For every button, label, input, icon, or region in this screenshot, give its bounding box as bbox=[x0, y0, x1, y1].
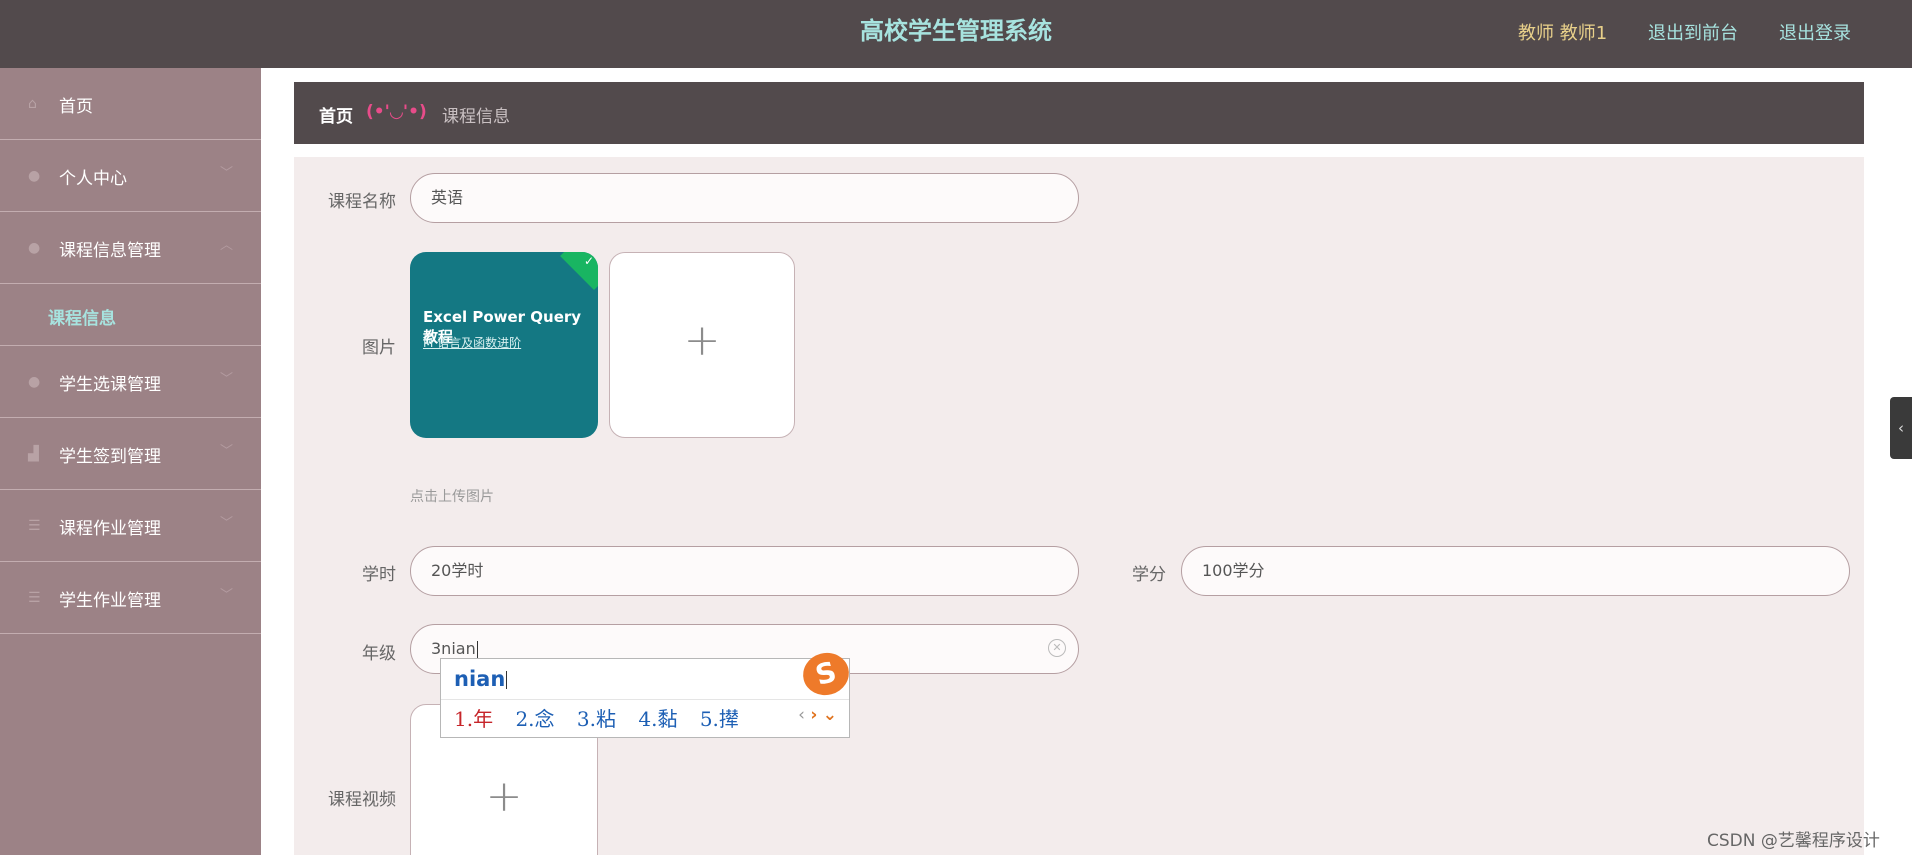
ime-candidate[interactable]: 1.年 bbox=[454, 707, 493, 731]
sidebar-item-course-homework[interactable]: ☰ 课程作业管理 ﹀ bbox=[0, 490, 261, 562]
uploaded-image-thumbnail[interactable]: ✓ Excel Power Query 教程 M 语言及函数进阶 bbox=[410, 252, 598, 438]
ime-candidates: 1.年 2.念 3.粘 4.黏 5.撵 bbox=[454, 703, 755, 732]
thumbnail-subtitle: M 语言及函数进阶 bbox=[423, 336, 522, 350]
sidebar-item-label: 学生选课管理 bbox=[59, 375, 161, 395]
sidebar-item-label: 首页 bbox=[59, 97, 93, 117]
chevron-down-icon: ﹀ bbox=[219, 372, 233, 387]
hours-input[interactable]: 20学时 bbox=[410, 546, 1079, 596]
grade-input-value: 3nian bbox=[431, 639, 476, 658]
watermark: CSDN @艺馨程序设计 bbox=[1707, 831, 1880, 851]
sidebar-item-course-info-mgmt[interactable]: ● 课程信息管理 ︿ bbox=[0, 212, 261, 284]
chart-icon: ▟ bbox=[28, 446, 39, 462]
chevron-left-icon[interactable]: ‹ bbox=[798, 705, 805, 725]
grade-label: 年级 bbox=[362, 644, 396, 664]
chevron-down-icon[interactable]: ⌄ bbox=[823, 705, 837, 725]
clear-icon[interactable]: ✕ bbox=[1048, 639, 1066, 657]
ime-candidate-popup: nian S 1.年 2.念 3.粘 4.黏 5.撵 ‹ › ⌄ bbox=[440, 647, 854, 738]
sidebar-item-sign-in[interactable]: ▟ 学生签到管理 ﹀ bbox=[0, 418, 261, 490]
sidebar-item-profile[interactable]: ● 个人中心 ﹀ bbox=[0, 140, 261, 212]
sidebar-item-label: 课程作业管理 bbox=[59, 519, 161, 539]
ime-divider bbox=[441, 699, 849, 700]
sidebar-subitem-label: 课程信息 bbox=[48, 309, 116, 329]
image-upload-button[interactable]: + bbox=[609, 252, 795, 438]
credit-input[interactable]: 100学分 bbox=[1181, 546, 1850, 596]
ime-page-nav: ‹ › ⌄ bbox=[798, 705, 837, 725]
chevron-right-icon[interactable]: › bbox=[810, 705, 817, 725]
ime-candidate[interactable]: 5.撵 bbox=[700, 707, 739, 731]
user-icon: ● bbox=[28, 240, 41, 256]
user-icon: ● bbox=[28, 374, 41, 390]
chevron-down-icon: ﹀ bbox=[219, 588, 233, 603]
top-bar: 高校学生管理系统 教师 教师1 退出到前台 退出登录 bbox=[0, 0, 1912, 68]
list-icon: ☰ bbox=[28, 518, 41, 534]
ime-candidate[interactable]: 4.黏 bbox=[638, 707, 677, 731]
home-icon: ⌂ bbox=[28, 96, 37, 112]
chevron-left-icon: ‹ bbox=[1898, 419, 1904, 437]
user-icon: ● bbox=[28, 168, 41, 184]
hours-label: 学时 bbox=[362, 565, 396, 585]
sidebar-item-course-selection[interactable]: ● 学生选课管理 ﹀ bbox=[0, 346, 261, 418]
sidebar-item-label: 个人中心 bbox=[59, 169, 127, 189]
sidebar: ⌂ 首页 ● 个人中心 ﹀ ● 课程信息管理 ︿ 课程信息 ● 学生选课管理 ﹀… bbox=[0, 68, 261, 855]
text-caret bbox=[476, 640, 478, 659]
logout-link[interactable]: 退出登录 bbox=[1779, 19, 1851, 45]
sidebar-item-label: 学生签到管理 bbox=[59, 447, 161, 467]
ime-pinyin-text: nian bbox=[454, 667, 506, 691]
ime-pinyin: nian bbox=[454, 667, 508, 691]
side-panel-toggle[interactable]: ‹ bbox=[1890, 397, 1912, 459]
course-name-input[interactable]: 英语 bbox=[410, 173, 1079, 223]
breadcrumb: 首页 (•'◡'•) 课程信息 bbox=[294, 80, 1864, 144]
sidebar-item-label: 学生作业管理 bbox=[59, 591, 161, 611]
current-user: 教师 教师1 bbox=[1518, 23, 1608, 44]
sidebar-subitem-course-info[interactable]: 课程信息 bbox=[0, 284, 261, 346]
plus-icon: + bbox=[683, 315, 721, 366]
exit-to-front-link[interactable]: 退出到前台 bbox=[1648, 19, 1738, 45]
app-title: 高校学生管理系统 bbox=[860, 17, 1052, 45]
chevron-down-icon: ﹀ bbox=[219, 166, 233, 181]
ime-caret bbox=[506, 671, 508, 689]
course-video-label: 课程视频 bbox=[328, 790, 396, 810]
chevron-down-icon: ﹀ bbox=[219, 516, 233, 531]
image-label: 图片 bbox=[362, 338, 396, 358]
sidebar-item-home[interactable]: ⌂ 首页 bbox=[0, 68, 261, 140]
sidebar-item-student-homework[interactable]: ☰ 学生作业管理 ﹀ bbox=[0, 562, 261, 634]
ime-candidate[interactable]: 3.粘 bbox=[577, 707, 616, 731]
plus-icon: + bbox=[485, 771, 523, 822]
breadcrumb-home[interactable]: 首页 bbox=[319, 102, 353, 127]
check-icon: ✓ bbox=[583, 254, 594, 268]
chevron-up-icon: ︿ bbox=[219, 238, 233, 253]
list-icon: ☰ bbox=[28, 590, 41, 606]
chevron-down-icon: ﹀ bbox=[219, 444, 233, 459]
credit-label: 学分 bbox=[1132, 565, 1166, 585]
ime-candidate[interactable]: 2.念 bbox=[515, 707, 554, 731]
course-name-label: 课程名称 bbox=[328, 192, 396, 212]
sidebar-item-label: 课程信息管理 bbox=[59, 241, 161, 261]
upload-hint: 点击上传图片 bbox=[410, 489, 494, 505]
breadcrumb-current: 课程信息 bbox=[442, 107, 510, 127]
breadcrumb-separator: (•'◡'•) bbox=[366, 102, 427, 122]
